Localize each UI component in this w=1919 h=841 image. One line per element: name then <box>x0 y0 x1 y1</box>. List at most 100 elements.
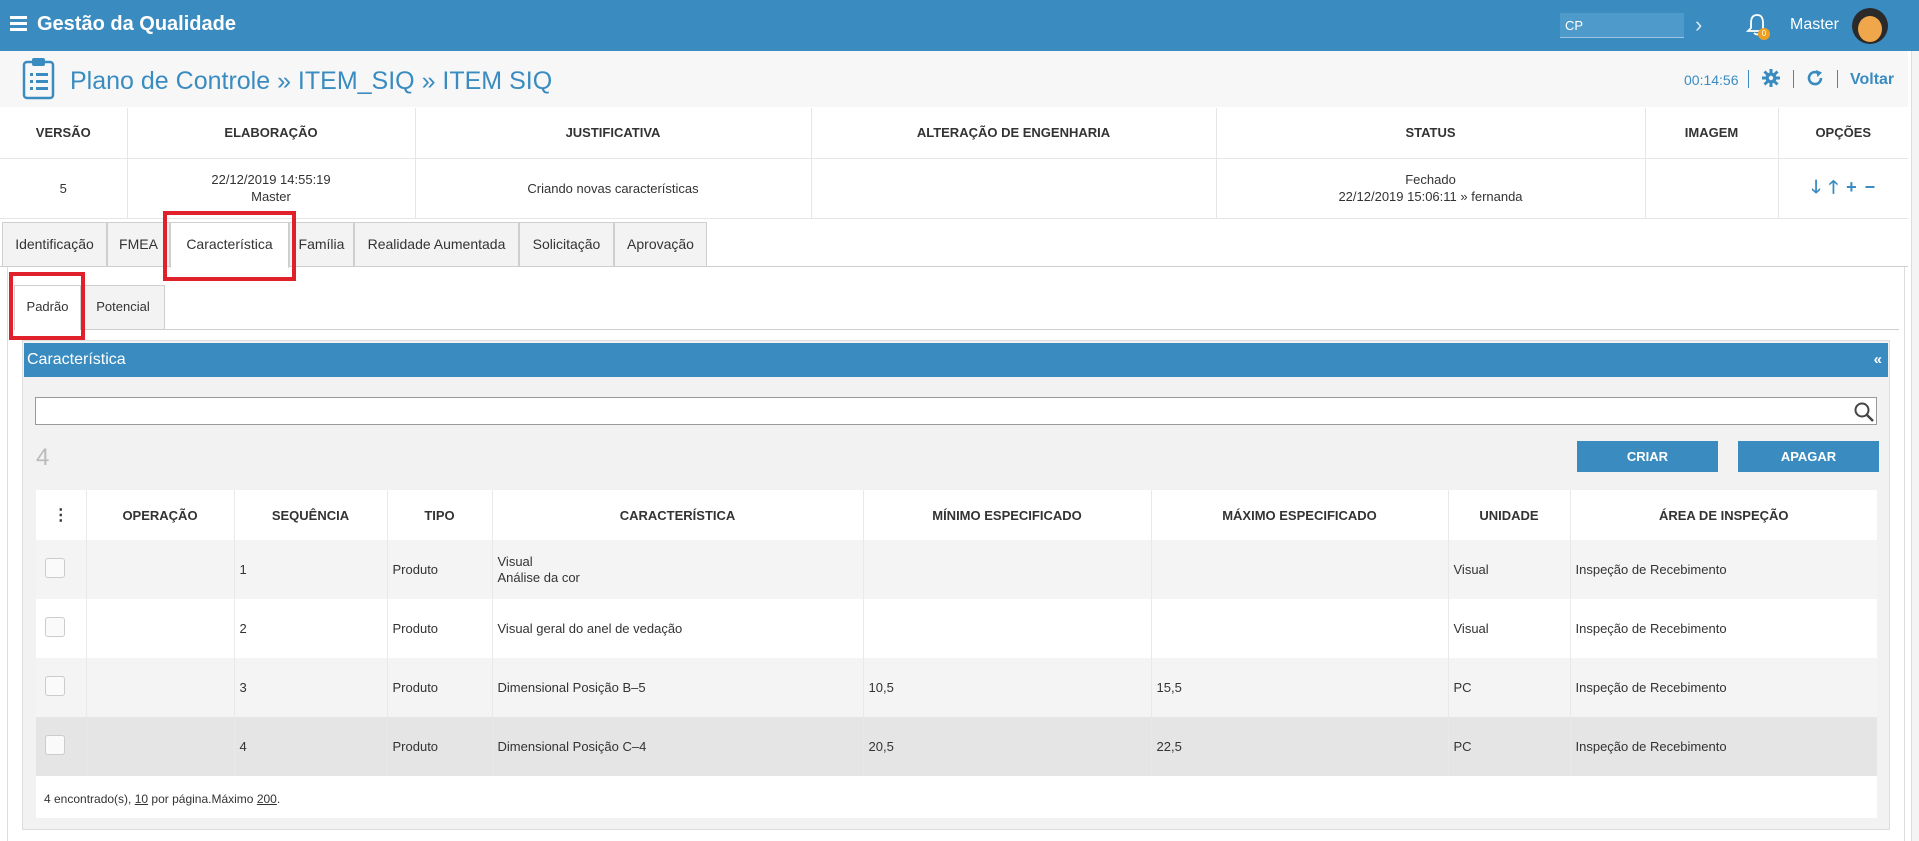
col-header: VERSÃO <box>0 108 128 159</box>
cell-maximo <box>1151 540 1449 599</box>
cell-operacao <box>86 540 235 599</box>
tab-realidade-aumentada[interactable]: Realidade Aumentada <box>354 222 519 266</box>
cell-sequencia: 2 <box>234 599 388 658</box>
separator <box>1748 70 1749 88</box>
max-link[interactable]: 200 <box>257 792 277 806</box>
cell-sequencia: 3 <box>234 658 388 717</box>
row-checkbox-cell <box>36 599 87 658</box>
cell-tipo: Produto <box>387 717 493 776</box>
cell-caracteristica: Dimensional Posição B–5 <box>492 658 864 717</box>
elaboration-user: Master <box>251 189 291 204</box>
cell-maximo <box>1151 599 1449 658</box>
tab-identificacao[interactable]: Identificação <box>2 222 107 266</box>
data-table-wrapper: ⋮ OPERAÇÃO SEQUÊNCIA TIPO CARACTERÍSTICA… <box>36 490 1877 818</box>
col-header: STATUS <box>1216 108 1646 159</box>
table-row[interactable]: 1 Produto Visual Análise da cor Visual I… <box>36 540 1877 599</box>
section-header: Característica « <box>24 343 1888 377</box>
col-header-area[interactable]: ÁREA DE INSPEÇÃO <box>1570 490 1877 540</box>
row-checkbox[interactable] <box>45 675 65 696</box>
back-link[interactable]: Voltar <box>1850 71 1894 89</box>
col-header: ALTERAÇÃO DE ENGENHARIA <box>811 108 1217 159</box>
cell-sequencia: 4 <box>234 717 388 776</box>
cell-minimo: 20,5 <box>863 717 1152 776</box>
cell-operacao <box>86 717 235 776</box>
cell-unidade: PC <box>1448 717 1571 776</box>
cell-caracteristica: Visual Análise da cor <box>492 540 864 599</box>
notification-badge: 0 <box>1758 28 1770 40</box>
minus-icon[interactable]: − <box>1865 178 1876 196</box>
elaboration-cell: 22/12/2019 14:55:19 Master <box>127 158 416 219</box>
cell-caracteristica: Visual geral do anel de vedação <box>492 599 864 658</box>
characteristic-line: Visual <box>497 553 533 569</box>
cell-operacao <box>86 599 235 658</box>
menu-icon[interactable] <box>10 16 27 32</box>
arrow-down-icon[interactable]: 🡓 <box>1811 178 1820 196</box>
delete-button[interactable]: APAGAR <box>1738 441 1879 472</box>
cell-unidade: Visual <box>1448 540 1571 599</box>
status-detail: 22/12/2019 15:06:11 » fernanda <box>1338 189 1523 204</box>
characteristic-line: Análise da cor <box>497 569 580 585</box>
gear-icon[interactable] <box>1762 69 1780 87</box>
cell-area: Inspeção de Recebimento <box>1575 620 1727 636</box>
avatar[interactable] <box>1852 8 1888 44</box>
per-page-text: por página.Máximo <box>148 792 257 806</box>
col-header-caracteristica[interactable]: CARACTERÍSTICA <box>492 490 864 540</box>
chevron-right-icon[interactable]: › <box>1695 12 1702 38</box>
cell-tipo: Produto <box>387 599 493 658</box>
per-page-link[interactable]: 10 <box>135 792 148 806</box>
row-checkbox-cell <box>36 540 87 599</box>
row-actions-menu[interactable]: ⋮ <box>36 490 87 540</box>
clipboard-icon <box>22 58 55 100</box>
cell-unidade: Visual <box>1448 599 1571 658</box>
scrollbar[interactable] <box>1911 51 1919 841</box>
cell-caracteristica: Dimensional Posição C–4 <box>492 717 864 776</box>
tab-aprovacao[interactable]: Aprovação <box>614 222 707 266</box>
tab-solicitacao[interactable]: Solicitação <box>519 222 614 266</box>
section-title: Característica <box>27 351 126 368</box>
col-header-sequencia[interactable]: SEQUÊNCIA <box>234 490 388 540</box>
collapse-icon[interactable]: « <box>1874 351 1882 368</box>
elaboration-date: 22/12/2019 14:55:19 <box>211 172 331 187</box>
table-row[interactable]: 3 Produto Dimensional Posição B–5 10,5 1… <box>36 658 1877 717</box>
version-table: VERSÃO ELABORAÇÃO JUSTIFICATIVA ALTERAÇÃ… <box>0 108 1908 219</box>
search-input[interactable] <box>35 397 1877 425</box>
version-number: 5 <box>0 158 128 219</box>
pagination-info: 4 encontrado(s), 10 por página.Máximo 20… <box>44 792 280 806</box>
separator <box>1793 70 1794 88</box>
arrow-up-icon[interactable]: 🡑 <box>1829 178 1838 196</box>
record-count: 4 <box>36 444 50 471</box>
user-name[interactable]: Master <box>1790 16 1839 34</box>
row-checkbox[interactable] <box>45 616 65 637</box>
found-count-text: 4 encontrado(s), <box>44 792 135 806</box>
col-header-operacao[interactable]: OPERAÇÃO <box>86 490 235 540</box>
col-header-minimo[interactable]: MÍNIMO ESPECIFICADO <box>863 490 1152 540</box>
cell-minimo: 10,5 <box>863 658 1152 717</box>
create-button[interactable]: CRIAR <box>1577 441 1718 472</box>
cell-unidade: PC <box>1448 658 1571 717</box>
col-header-unidade[interactable]: UNIDADE <box>1448 490 1571 540</box>
version-row: 5 22/12/2019 14:55:19 Master Criando nov… <box>0 158 1908 219</box>
col-header: IMAGEM <box>1645 108 1779 159</box>
search-icon[interactable] <box>1853 401 1875 423</box>
tab-familia[interactable]: Família <box>289 222 354 266</box>
row-checkbox[interactable] <box>45 734 65 755</box>
status-cell: Fechado 22/12/2019 15:06:11 » fernanda <box>1216 158 1646 219</box>
engineering-change <box>811 158 1217 219</box>
tab-fmea[interactable]: FMEA <box>107 222 170 266</box>
table-row[interactable]: 4 Produto Dimensional Posição C–4 20,5 2… <box>36 717 1877 776</box>
table-row[interactable]: 2 Produto Visual geral do anel de vedaçã… <box>36 599 1877 658</box>
cp-input[interactable] <box>1560 13 1684 38</box>
cell-operacao <box>86 658 235 717</box>
row-checkbox[interactable] <box>45 557 65 578</box>
refresh-icon[interactable] <box>1806 69 1824 87</box>
image-cell <box>1645 158 1779 219</box>
row-checkbox-cell <box>36 658 87 717</box>
plus-icon[interactable]: + <box>1846 178 1857 196</box>
separator <box>1837 70 1838 88</box>
divider <box>14 329 1899 330</box>
col-header-tipo[interactable]: TIPO <box>387 490 493 540</box>
highlight-box <box>163 211 296 281</box>
subtab-potencial[interactable]: Potencial <box>81 285 165 329</box>
col-header-maximo[interactable]: MÁXIMO ESPECIFICADO <box>1151 490 1449 540</box>
justification: Criando novas características <box>415 158 812 219</box>
